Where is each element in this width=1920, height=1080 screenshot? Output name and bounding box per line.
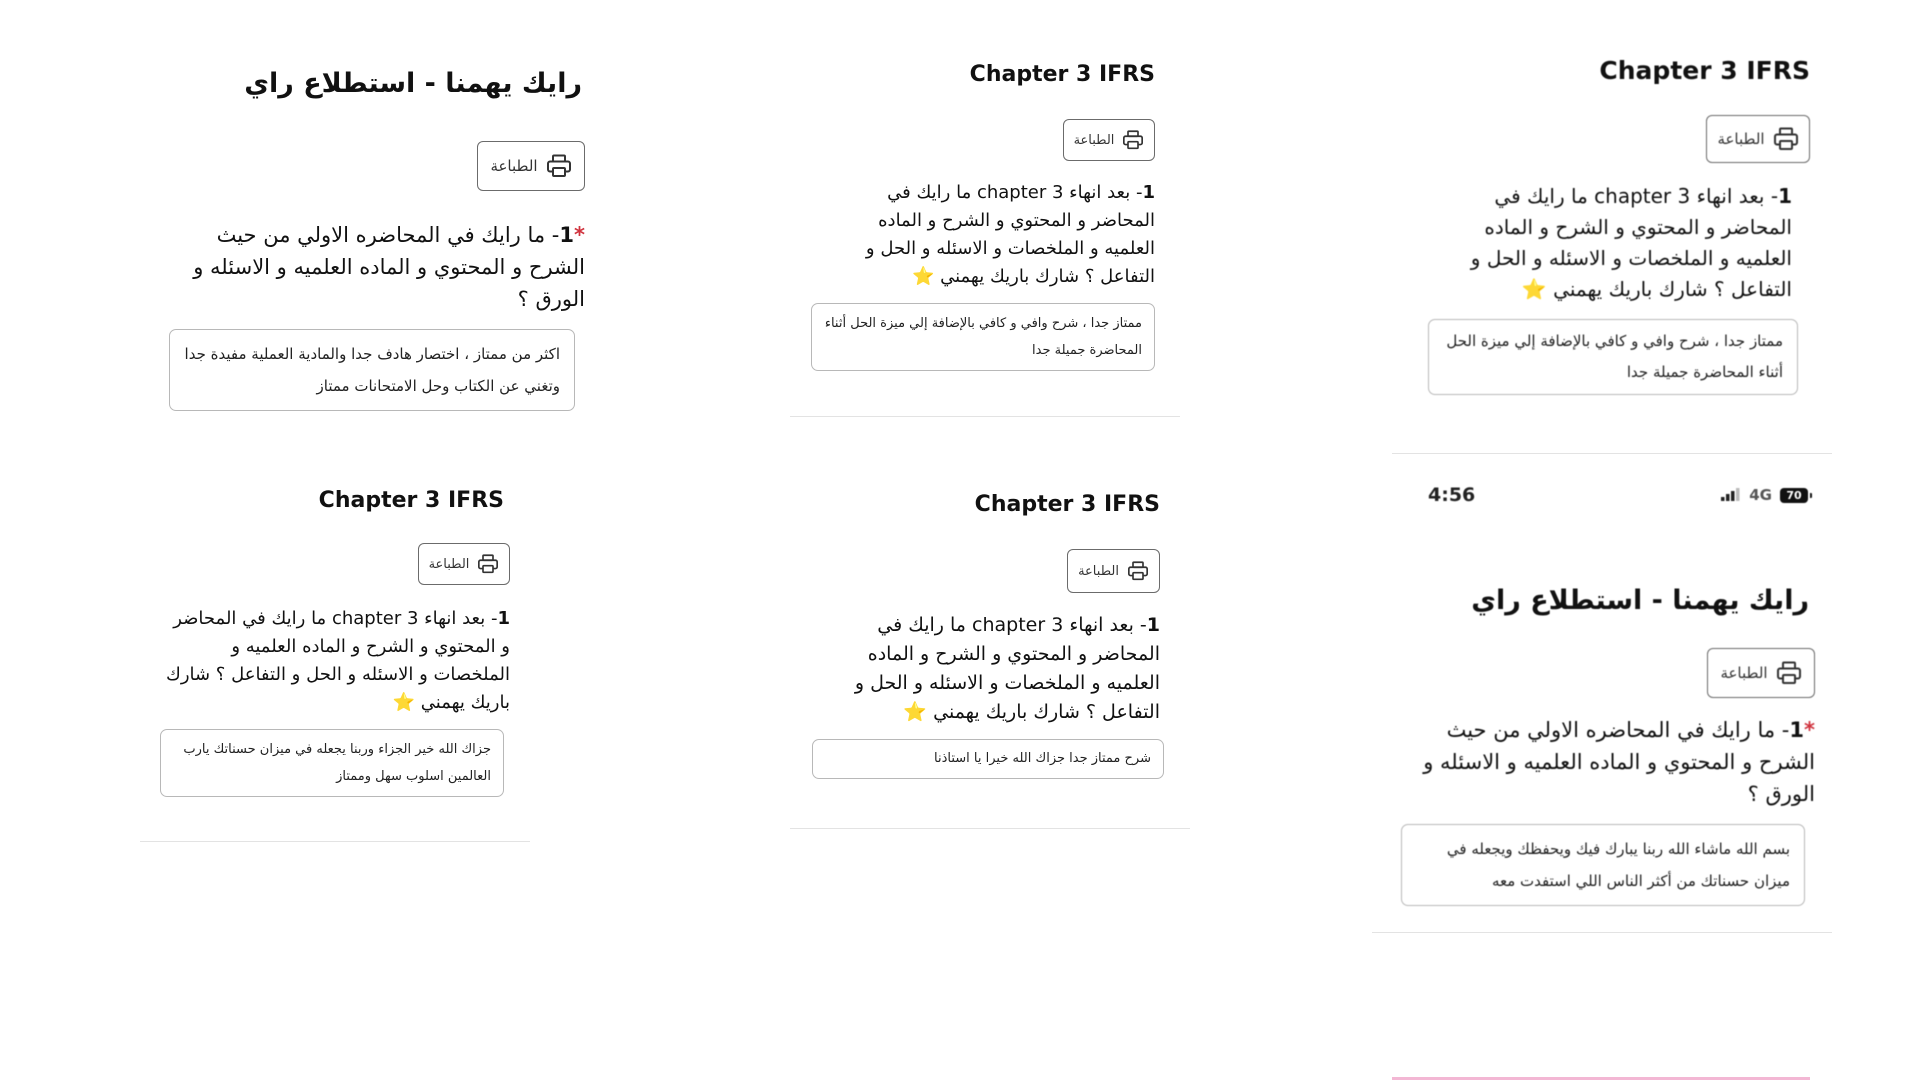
question-text: 1- بعد انهاء chapter 3 ما رايك في المحاض… (160, 605, 510, 717)
question-text: 1- بعد انهاء chapter 3 ما رايك في المحاض… (1420, 181, 1792, 305)
question-number: 1 (1789, 718, 1805, 742)
screenshot-collage: رايك يهمنا - استطلاع راي الطباعة *1- ما … (0, 0, 1920, 1080)
answer-field[interactable]: بسم الله ماشاء الله ربنا يبارك فيك ويحفظ… (1401, 824, 1805, 906)
phone-status-bar: 4:56 4G 70 (1428, 484, 1812, 506)
status-time: 4:56 (1428, 484, 1476, 506)
separator (790, 416, 1180, 417)
question-number: 1 (1146, 614, 1160, 636)
printer-icon (477, 554, 499, 574)
print-label: الطباعة (428, 556, 470, 572)
print-label: الطباعة (1073, 132, 1115, 148)
print-label: الطباعة (1717, 130, 1765, 148)
question-number: 1 (497, 608, 510, 629)
survey-card-4: Chapter 3 IFRS الطباعة 1- بعد انهاء chap… (160, 488, 510, 797)
printer-icon (1122, 130, 1144, 150)
chapter-title: Chapter 3 IFRS (974, 492, 1160, 517)
status-network: 4G (1749, 486, 1772, 504)
survey-card-3: Chapter 3 IFRS الطباعة 1- بعد انهاء chap… (1420, 56, 1810, 395)
print-label: الطباعة (1720, 664, 1768, 682)
answer-field[interactable]: شرح ممتاز جدا جزاك الله خيرا يا استاذنا (812, 739, 1164, 779)
print-button[interactable]: الطباعة (1706, 115, 1810, 163)
survey-card-1: رايك يهمنا - استطلاع راي الطباعة *1- ما … (165, 68, 585, 411)
question-label: - بعد انهاء chapter 3 ما رايك في المحاضر… (165, 608, 510, 713)
print-button[interactable]: الطباعة (1707, 648, 1815, 698)
printer-icon (1127, 561, 1149, 581)
required-mark: * (1804, 718, 1815, 742)
question-label: - بعد انهاء chapter 3 ما رايك في المحاضر… (865, 182, 1155, 287)
print-label: الطباعة (1078, 563, 1119, 579)
page-title: رايك يهمنا - استطلاع راي (1471, 585, 1809, 616)
question-label: - بعد انهاء chapter 3 ما رايك في المحاضر… (1470, 184, 1792, 301)
printer-icon (1773, 127, 1799, 151)
separator (140, 841, 530, 842)
print-button[interactable]: الطباعة (1063, 119, 1155, 161)
answer-field[interactable]: ممتاز جدا ، شرح وافي و كافي بالإضافة إلي… (811, 303, 1155, 371)
survey-card-5: Chapter 3 IFRS الطباعة 1- بعد انهاء chap… (812, 492, 1164, 779)
print-button[interactable]: الطباعة (418, 543, 510, 585)
signal-bars-icon (1721, 484, 1741, 506)
chapter-title: Chapter 3 IFRS (318, 488, 504, 513)
print-label: الطباعة (490, 157, 538, 175)
question-number: 1 (559, 223, 575, 247)
chapter-title: Chapter 3 IFRS (969, 62, 1155, 87)
answer-field[interactable]: اكثر من ممتاز ، اختصار هادف جدا والمادية… (169, 329, 575, 411)
question-text: 1- بعد انهاء chapter 3 ما رايك في المحاض… (815, 611, 1160, 727)
battery-icon: 70 (1780, 487, 1812, 503)
question-number: 1 (1778, 184, 1792, 208)
answer-field[interactable]: ممتاز جدا ، شرح وافي و كافي بالإضافة إلي… (1428, 319, 1798, 395)
print-button[interactable]: الطباعة (1067, 549, 1160, 593)
print-button[interactable]: الطباعة (477, 141, 585, 191)
question-label: - ما رايك في المحاضره الاولي من حيث الشر… (193, 223, 585, 311)
question-label: - بعد انهاء chapter 3 ما رايك في المحاضر… (854, 614, 1160, 723)
separator (1372, 932, 1832, 933)
survey-card-6: رايك يهمنا - استطلاع راي الطباعة *1- ما … (1395, 585, 1815, 906)
printer-icon (1776, 661, 1802, 685)
required-mark: * (574, 223, 585, 247)
chapter-title: Chapter 3 IFRS (1599, 56, 1810, 85)
question-label: - ما رايك في المحاضره الاولي من حيث الشر… (1423, 718, 1815, 806)
status-battery: 70 (1786, 488, 1802, 502)
question-number: 1 (1142, 182, 1155, 203)
printer-icon (546, 154, 572, 178)
question-text: 1- بعد انهاء chapter 3 ما رايك في المحاض… (815, 179, 1155, 291)
separator (790, 828, 1190, 829)
question-text: *1- ما رايك في المحاضره الاولي من حيث ال… (165, 219, 585, 315)
separator (1392, 453, 1832, 454)
page-title: رايك يهمنا - استطلاع راي (244, 68, 582, 99)
answer-field[interactable]: جزاك الله خير الجزاء وربنا يجعله في ميزا… (160, 729, 504, 797)
question-text: *1- ما رايك في المحاضره الاولي من حيث ال… (1395, 714, 1815, 810)
survey-card-2: Chapter 3 IFRS الطباعة 1- بعد انهاء chap… (811, 62, 1155, 371)
